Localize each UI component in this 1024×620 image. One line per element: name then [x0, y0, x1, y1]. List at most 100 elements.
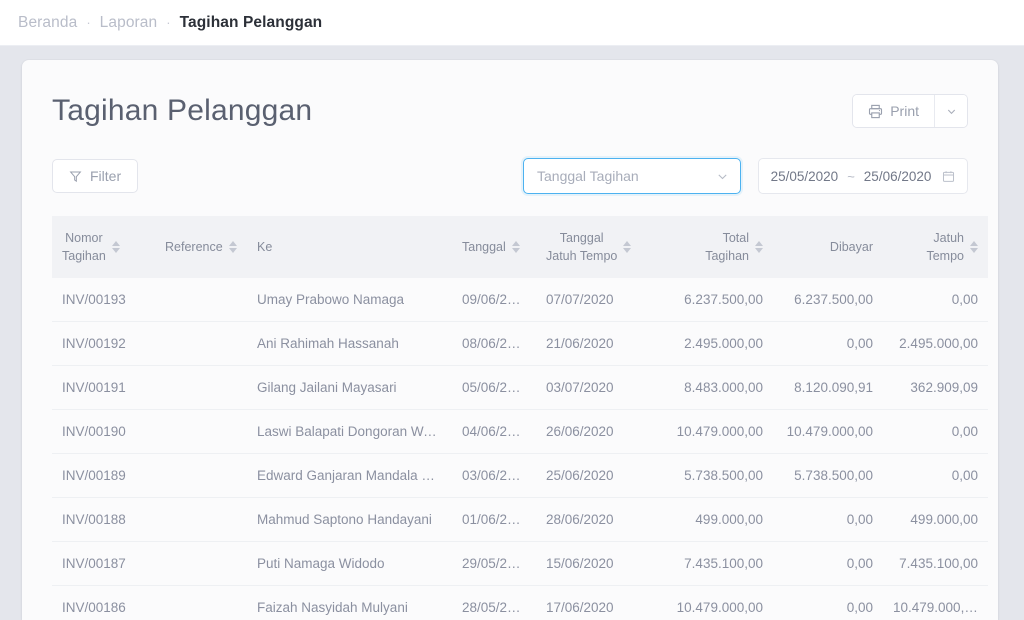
page-body: Tagihan Pelanggan Print [0, 46, 1024, 620]
date-cell: 03/06/2020 [452, 454, 536, 498]
due-date-cell: 07/07/2020 [536, 278, 661, 322]
reference-cell [155, 366, 247, 410]
paid-amount-cell: 0,00 [773, 498, 883, 542]
print-button-label: Print [890, 103, 919, 119]
breadcrumb: Beranda · Laporan · Tagihan Pelanggan [18, 14, 322, 32]
print-button-group[interactable]: Print [852, 94, 968, 128]
breadcrumb-item-3: Tagihan Pelanggan [180, 14, 323, 31]
sort-toggle-icon[interactable] [512, 241, 520, 253]
sort-toggle-icon[interactable] [755, 241, 763, 253]
date-cell: 01/06/2020 [452, 498, 536, 542]
reference-cell [155, 454, 247, 498]
table-row[interactable]: INV/00191Gilang Jailani Mayasari05/06/20… [52, 366, 988, 410]
paid-amount-cell: 6.237.500,00 [773, 278, 883, 322]
table-row[interactable]: INV/00190Laswi Balapati Dongoran Waskita… [52, 410, 988, 454]
page-title: Tagihan Pelanggan [52, 94, 312, 128]
due-date-cell: 25/06/2020 [536, 454, 661, 498]
paid-amount-cell: 5.738.500,00 [773, 454, 883, 498]
date-type-select[interactable]: Tanggal Tagihan [523, 158, 741, 194]
column-header-3: Ke [247, 216, 452, 278]
total-amount-cell: 499.000,00 [661, 498, 773, 542]
total-amount-cell: 7.435.100,00 [661, 542, 773, 586]
breadcrumb-separator: · [166, 15, 170, 30]
funnel-icon [69, 170, 82, 183]
print-button[interactable]: Print [853, 95, 934, 127]
controls-row: Filter Tanggal Tagihan 25/05/2020 ~ 25/0… [52, 158, 968, 194]
sort-toggle-icon[interactable] [112, 241, 120, 253]
date-cell: 09/06/2020 [452, 278, 536, 322]
table-row[interactable]: INV/00189Edward Ganjaran Mandala Puspita… [52, 454, 988, 498]
column-header-label: Tanggal [462, 238, 506, 256]
invoice-number-cell: INV/00187 [52, 542, 155, 586]
customer-name-cell: Mahmud Saptono Handayani [247, 498, 452, 542]
sort-toggle-icon[interactable] [623, 241, 631, 253]
date-range-separator: ~ [847, 169, 855, 184]
calendar-icon [942, 170, 955, 183]
customer-name-cell: Ani Rahimah Hassanah [247, 322, 452, 366]
card-header: Tagihan Pelanggan Print [52, 60, 968, 128]
due-date-cell: 26/06/2020 [536, 410, 661, 454]
column-header-4[interactable]: Tanggal [452, 216, 536, 278]
due-date-cell: 15/06/2020 [536, 542, 661, 586]
due-date-cell: 03/07/2020 [536, 366, 661, 410]
paid-amount-cell: 0,00 [773, 586, 883, 620]
customer-name-cell: Umay Prabowo Namaga [247, 278, 452, 322]
column-header-label: JatuhTempo [926, 229, 964, 265]
invoice-number-cell: INV/00193 [52, 278, 155, 322]
column-header-1[interactable]: NomorTagihan [52, 216, 155, 278]
paid-amount-cell: 0,00 [773, 322, 883, 366]
reference-cell [155, 322, 247, 366]
invoice-number-cell: INV/00190 [52, 410, 155, 454]
date-range-picker[interactable]: 25/05/2020 ~ 25/06/2020 [758, 158, 968, 194]
outstanding-cell: 0,00 [883, 454, 988, 498]
printer-icon [868, 104, 883, 119]
paid-amount-cell: 8.120.090,91 [773, 366, 883, 410]
reference-cell [155, 586, 247, 620]
total-amount-cell: 6.237.500,00 [661, 278, 773, 322]
outstanding-cell: 0,00 [883, 278, 988, 322]
filter-button[interactable]: Filter [52, 159, 138, 193]
sort-toggle-icon[interactable] [970, 241, 978, 253]
table-body: INV/00193 Umay Prabowo Namaga09/06/202007… [52, 278, 988, 620]
date-cell: 04/06/2020 [452, 410, 536, 454]
breadcrumb-separator: · [86, 15, 90, 30]
date-cell: 29/05/2020 [452, 542, 536, 586]
outstanding-cell: 2.495.000,00 [883, 322, 988, 366]
invoice-number-cell: INV/00186 [52, 586, 155, 620]
column-header-5[interactable]: TanggalJatuh Tempo [536, 216, 661, 278]
table-row[interactable]: INV/00188Mahmud Saptono Handayani01/06/2… [52, 498, 988, 542]
reference-cell [155, 410, 247, 454]
table-row[interactable]: INV/00193 Umay Prabowo Namaga09/06/202007… [52, 278, 988, 322]
column-header-label: Reference [165, 238, 223, 256]
customer-name-cell: Gilang Jailani Mayasari [247, 366, 452, 410]
column-header-label: TanggalJatuh Tempo [546, 229, 617, 265]
date-cell: 05/06/2020 [452, 366, 536, 410]
outstanding-cell: 0,00 [883, 410, 988, 454]
table-row[interactable]: INV/00186Faizah Nasyidah Mulyani28/05/20… [52, 586, 988, 620]
table-row[interactable]: INV/00192Ani Rahimah Hassanah08/06/20202… [52, 322, 988, 366]
invoice-number-cell: INV/00192 [52, 322, 155, 366]
column-header-7: Dibayar [773, 216, 883, 278]
invoice-number-cell: INV/00189 [52, 454, 155, 498]
column-header-label: NomorTagihan [62, 229, 106, 265]
total-amount-cell: 8.483.000,00 [661, 366, 773, 410]
column-header-2[interactable]: Reference [155, 216, 247, 278]
column-header-6[interactable]: TotalTagihan [661, 216, 773, 278]
chevron-down-icon [946, 106, 957, 117]
breadcrumb-item-1[interactable]: Beranda [18, 14, 77, 31]
column-header-label: Dibayar [830, 238, 873, 256]
outstanding-cell: 7.435.100,00 [883, 542, 988, 586]
report-card: Tagihan Pelanggan Print [22, 60, 998, 620]
breadcrumb-item-2[interactable]: Laporan [100, 14, 158, 31]
column-header-label: Ke [257, 238, 272, 256]
table-header-row: NomorTagihan Reference Ke Tanggal TanggalJat… [52, 216, 988, 278]
due-date-cell: 21/06/2020 [536, 322, 661, 366]
column-header-label: TotalTagihan [705, 229, 749, 265]
total-amount-cell: 10.479.000,00 [661, 410, 773, 454]
table-row[interactable]: INV/00187Puti Namaga Widodo29/05/202015/… [52, 542, 988, 586]
sort-toggle-icon[interactable] [229, 241, 237, 253]
column-header-8[interactable]: JatuhTempo [883, 216, 988, 278]
reference-cell [155, 498, 247, 542]
print-dropdown-button[interactable] [934, 95, 967, 127]
total-amount-cell: 10.479.000,00 [661, 586, 773, 620]
